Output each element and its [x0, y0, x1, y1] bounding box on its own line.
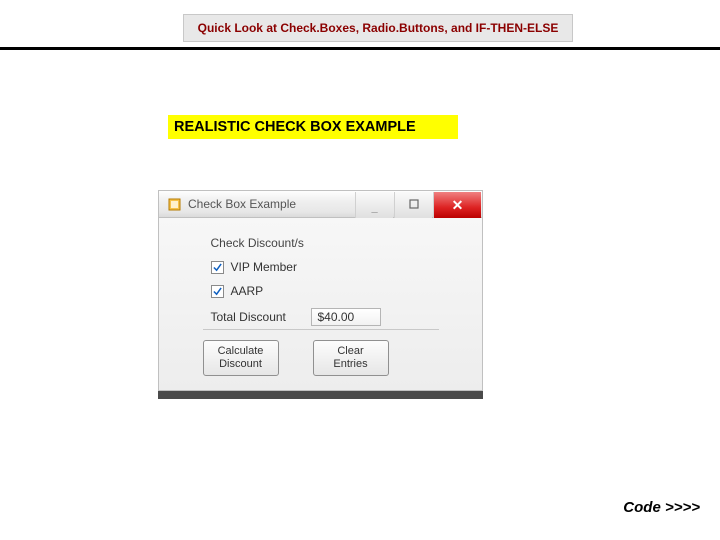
- clear-entries-button[interactable]: Clear Entries: [313, 340, 389, 376]
- calculate-discount-button[interactable]: Calculate Discount: [203, 340, 279, 376]
- slide-header-title: Quick Look at Check.Boxes, Radio.Buttons…: [198, 21, 559, 35]
- window-button-group: _ ✕: [355, 191, 482, 217]
- window-shadow: [158, 391, 483, 399]
- checkbox-aarp-label: AARP: [231, 284, 264, 298]
- close-icon: ✕: [452, 197, 464, 214]
- example-title-box: REALISTIC CHECK BOX EXAMPLE: [168, 115, 458, 139]
- slide-header: Quick Look at Check.Boxes, Radio.Buttons…: [183, 14, 573, 42]
- check-icon: [213, 287, 222, 296]
- total-discount-value: $40.00: [311, 308, 381, 326]
- section-label: Check Discount/s: [211, 236, 441, 250]
- checkbox-row-vip[interactable]: VIP Member: [211, 260, 441, 274]
- form-divider: [203, 329, 439, 330]
- check-icon: [213, 263, 222, 272]
- code-link[interactable]: Code >>>>: [623, 499, 700, 516]
- close-button[interactable]: ✕: [433, 192, 481, 218]
- button-row: Calculate Discount Clear Entries: [203, 340, 441, 376]
- checkbox-aarp[interactable]: [211, 285, 224, 298]
- minimize-button[interactable]: _: [355, 192, 393, 218]
- titlebar[interactable]: Check Box Example _ ✕: [158, 190, 483, 218]
- form-panel: Check Discount/s VIP Member AARP Total D…: [201, 236, 441, 376]
- app-window: Check Box Example _ ✕ Check Discount/s V: [158, 190, 483, 399]
- checkbox-vip[interactable]: [211, 261, 224, 274]
- window-title: Check Box Example: [188, 197, 296, 211]
- maximize-icon: [409, 199, 419, 212]
- maximize-button[interactable]: [394, 192, 432, 218]
- clear-button-label: Clear Entries: [333, 345, 367, 371]
- example-title-text: REALISTIC CHECK BOX EXAMPLE: [174, 119, 416, 135]
- checkbox-vip-label: VIP Member: [231, 260, 297, 274]
- window-body: Check Discount/s VIP Member AARP Total D…: [158, 218, 483, 391]
- total-discount-row: Total Discount $40.00: [211, 308, 441, 326]
- minimize-icon: _: [371, 202, 377, 214]
- app-icon: [167, 197, 182, 212]
- calculate-button-label: Calculate Discount: [218, 345, 264, 371]
- total-discount-label: Total Discount: [211, 310, 306, 324]
- checkbox-row-aarp[interactable]: AARP: [211, 284, 441, 298]
- header-divider: [0, 47, 720, 50]
